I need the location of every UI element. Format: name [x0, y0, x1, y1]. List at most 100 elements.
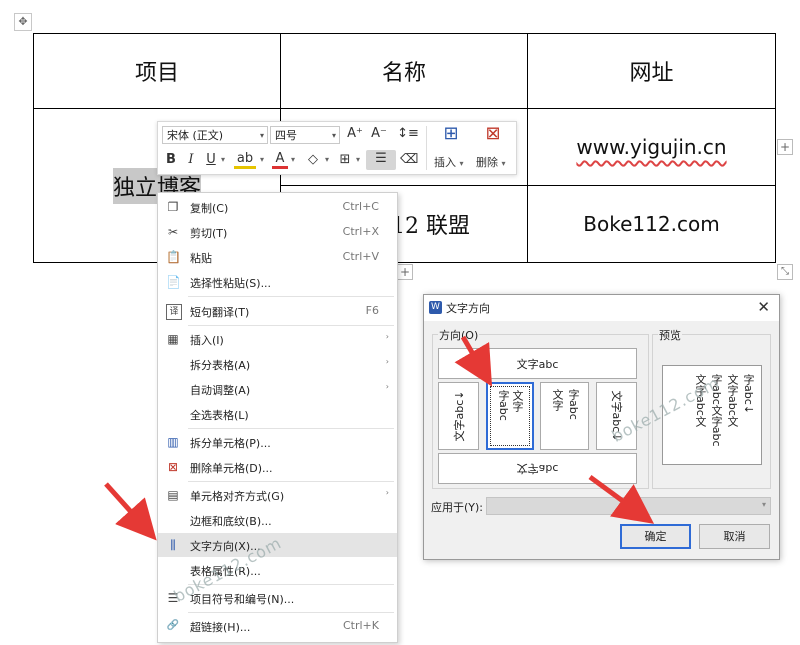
- menu-item-insert[interactable]: ▦ 插入(I) ›: [158, 327, 397, 351]
- align-icon: ☰: [375, 151, 387, 166]
- menu-label: 项目符号和编号(N)...: [190, 593, 295, 606]
- menu-divider: [188, 296, 394, 297]
- option-text: 文字abc: [516, 461, 559, 475]
- preview-text-line: 字abc↓: [742, 374, 755, 414]
- chevron-down-icon[interactable]: ▾: [219, 151, 227, 169]
- font-size-value: 四号: [275, 129, 297, 142]
- clipboard-icon: 📋: [166, 250, 181, 264]
- close-icon[interactable]: ✕: [757, 298, 770, 316]
- translate-icon: 译: [166, 304, 182, 320]
- menu-item-select-table[interactable]: 全选表格(L): [158, 402, 397, 426]
- header-text: 名称: [381, 61, 426, 86]
- text-direction-icon: ⫼: [170, 538, 176, 552]
- option-text: 文字: [551, 389, 564, 411]
- menu-item-borders-shading[interactable]: 边框和底纹(B)...: [158, 508, 397, 532]
- apply-to-select[interactable]: ▾: [486, 497, 771, 515]
- table-resize-handle[interactable]: ⤡: [777, 264, 793, 280]
- chevron-down-icon[interactable]: ▾: [289, 151, 297, 169]
- menu-label: 全选表格(L): [190, 409, 249, 422]
- cell-text: Boke112.com: [583, 212, 720, 236]
- table-header-cell[interactable]: 网址: [527, 33, 776, 109]
- font-size-select[interactable]: 四号 ▾: [270, 126, 340, 144]
- delete-table-icon[interactable]: ⊠: [480, 125, 506, 143]
- direction-option-vertical-selected[interactable]: 文字 字abc: [486, 382, 534, 450]
- menu-item-cell-align[interactable]: ▤ 单元格对齐方式(G) ›: [158, 483, 397, 507]
- direction-option-flipped[interactable]: 文字abc: [438, 453, 637, 484]
- highlight-button[interactable]: ab: [234, 151, 256, 169]
- menu-item-delete-cells[interactable]: ⊠ 删除单元格(D)...: [158, 455, 397, 479]
- line-spacing-button[interactable]: ↕≡: [394, 125, 422, 143]
- italic-button[interactable]: I: [184, 151, 198, 169]
- context-menu: ❐ 复制(C) Ctrl+C ✂ 剪切(T) Ctrl+X 📋 粘贴 Ctrl+V 📄 选择性…: [157, 192, 398, 643]
- menu-item-paste[interactable]: 📋 粘贴 Ctrl+V: [158, 245, 397, 269]
- copy-icon: ❐: [167, 200, 179, 214]
- delete-button[interactable]: 删除 ▾: [476, 154, 506, 170]
- eraser-icon[interactable]: ⌫: [400, 151, 418, 169]
- table-header-cell[interactable]: 名称: [280, 33, 528, 109]
- option-text: 文字abc↓: [452, 390, 466, 442]
- chevron-down-icon: ▾: [761, 500, 766, 509]
- focus-ring: [490, 386, 530, 446]
- paste-special-icon: 📄: [166, 275, 181, 289]
- font-name-select[interactable]: 宋体 (正文) ▾: [162, 126, 268, 144]
- shading-icon[interactable]: ◇: [304, 151, 322, 169]
- add-column-button[interactable]: +: [777, 139, 793, 155]
- menu-item-paste-special[interactable]: 📄 选择性粘贴(S)...: [158, 270, 397, 294]
- font-color-button[interactable]: A: [272, 151, 288, 169]
- borders-icon[interactable]: ⊞: [336, 151, 354, 169]
- option-text: 文字: [511, 390, 524, 412]
- underline-button[interactable]: U: [204, 151, 218, 169]
- menu-label: 短句翻译(T): [190, 306, 250, 319]
- toolbar-divider: [426, 126, 427, 170]
- direction-option-vertical-ltr[interactable]: 文字 字abc: [540, 382, 589, 450]
- menu-item-hyperlink[interactable]: 🔗 超链接(H)... Ctrl+K: [158, 614, 397, 638]
- insert-table-icon[interactable]: ⊞: [438, 125, 464, 143]
- insert-button[interactable]: 插入 ▾: [434, 154, 464, 170]
- menu-item-copy[interactable]: ❐ 复制(C) Ctrl+C: [158, 195, 397, 219]
- option-text: 字abc: [567, 389, 580, 420]
- menu-divider: [188, 612, 394, 613]
- scissors-icon: ✂: [167, 225, 179, 239]
- table-header-cell[interactable]: 项目: [33, 33, 281, 109]
- submenu-arrow-icon: ›: [385, 488, 389, 497]
- menu-label: 自动调整(A): [190, 384, 251, 397]
- chevron-down-icon[interactable]: ▾: [258, 151, 266, 169]
- menu-divider: [188, 428, 394, 429]
- apply-to-label: 应用于(Y):: [431, 501, 484, 514]
- menu-item-split-table[interactable]: 拆分表格(A) ›: [158, 352, 397, 376]
- option-text: 文字abc: [516, 357, 559, 371]
- menu-item-translate[interactable]: 译短句翻译(T) F6: [158, 299, 397, 323]
- submenu-arrow-icon: ›: [385, 382, 389, 391]
- option-text: 字abc: [497, 390, 510, 421]
- submenu-arrow-icon: ›: [385, 357, 389, 366]
- add-row-button[interactable]: +: [397, 264, 413, 280]
- menu-label: 粘贴: [190, 252, 212, 265]
- chevron-down-icon: ▾: [259, 131, 264, 140]
- direction-label: 方向(O): [438, 327, 480, 343]
- menu-item-autofit[interactable]: 自动调整(A) ›: [158, 377, 397, 401]
- chevron-down-icon[interactable]: ▾: [354, 151, 362, 169]
- cell-text: 12 联盟: [391, 214, 470, 239]
- grow-font-button[interactable]: A⁺: [346, 125, 364, 143]
- direction-option-rotate-left[interactable]: 文字abc↓: [438, 382, 479, 450]
- cell-align-icon: ▤: [167, 488, 179, 502]
- table-cell[interactable]: www.yigujin.cn: [527, 108, 776, 186]
- table-cell[interactable]: Boke112.com: [527, 185, 776, 263]
- menu-label: 插入(I): [190, 334, 224, 347]
- text-direction-dialog: W 文字方向 ✕ 方向(O) 文字abc 文字abc↓ 文字 字abc 文字 字…: [423, 294, 780, 560]
- shrink-font-button[interactable]: A⁻: [370, 125, 388, 143]
- cancel-button[interactable]: 取消: [699, 524, 770, 549]
- table-move-handle[interactable]: ✥: [14, 13, 32, 31]
- ok-button[interactable]: 确定: [620, 524, 691, 549]
- insert-label: 插入: [434, 156, 456, 169]
- align-button[interactable]: ☰: [366, 150, 396, 170]
- menu-label: 复制(C): [190, 202, 229, 215]
- bold-button[interactable]: B: [163, 151, 179, 169]
- preview-label: 预览: [658, 327, 682, 343]
- menu-item-split-cells[interactable]: ▥ 拆分单元格(P)...: [158, 430, 397, 454]
- menu-shortcut: Ctrl+K: [342, 619, 379, 632]
- direction-option-horizontal[interactable]: 文字abc: [438, 348, 637, 379]
- menu-shortcut: Ctrl+C: [342, 200, 379, 213]
- chevron-down-icon[interactable]: ▾: [323, 151, 331, 169]
- menu-item-cut[interactable]: ✂ 剪切(T) Ctrl+X: [158, 220, 397, 244]
